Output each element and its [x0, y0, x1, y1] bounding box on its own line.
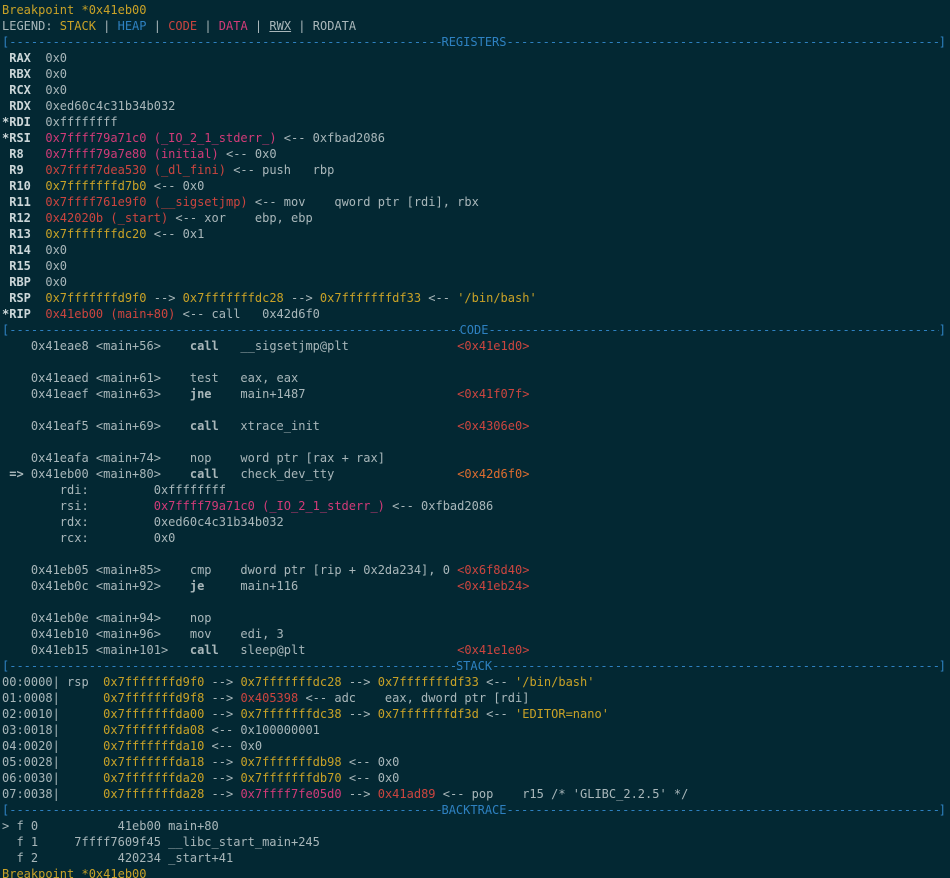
code-arg-line: rcx: 0x0 — [2, 530, 950, 546]
section-title: REGISTERS — [441, 34, 506, 50]
section-title: CODE — [460, 322, 489, 338]
divider-dashes: ----------------------------------------… — [9, 34, 441, 50]
divider-dashes: ----------------------------------------… — [9, 322, 459, 338]
divider-dashes: ----------------------------------------… — [9, 802, 441, 818]
register-row-rdi: *RDI 0xffffffff — [2, 114, 950, 130]
blank-line — [2, 546, 950, 562]
code-line: 0x41eb15 <main+101> call sleep@plt <0x41… — [2, 642, 950, 658]
backtrace-frame: > f 0 41eb00 main+80 — [2, 818, 950, 834]
code-line: 0x41eb0e <main+94> nop — [2, 610, 950, 626]
code-line: 0x41eb10 <main+96> mov edi, 3 — [2, 626, 950, 642]
divider-dashes: ----------------------------------------… — [488, 322, 938, 338]
divider-open-bracket: [ — [2, 658, 9, 674]
blank-line — [2, 594, 950, 610]
register-row-r12: R12 0x42020b (_start) <-- xor ebp, ebp — [2, 210, 950, 226]
divider-dashes: ----------------------------------------… — [9, 658, 456, 674]
stack-row: 00:0000| rsp 0x7fffffffd9f0 --> 0x7fffff… — [2, 674, 950, 690]
register-row-rax: RAX 0x0 — [2, 50, 950, 66]
section-divider-stack: [---------------------------------------… — [2, 658, 946, 674]
code-arg-line: rdx: 0xed60c4c31b34b032 — [2, 514, 950, 530]
breakpoint-banner: Breakpoint *0x41eb00 — [2, 2, 950, 18]
blank-line — [2, 434, 950, 450]
register-row-rcx: RCX 0x0 — [2, 82, 950, 98]
section-divider-backtrace: [---------------------------------------… — [2, 802, 946, 818]
stack-row: 01:0008| 0x7fffffffd9f8 --> 0x405398 <--… — [2, 690, 950, 706]
divider-close-bracket: ] — [939, 802, 946, 818]
backtrace-frame: f 1 7ffff7609f45 __libc_start_main+245 — [2, 834, 950, 850]
divider-open-bracket: [ — [2, 34, 9, 50]
stack-row: 06:0030| 0x7fffffffda20 --> 0x7fffffffdb… — [2, 770, 950, 786]
divider-open-bracket: [ — [2, 322, 9, 338]
register-row-rsi: *RSI 0x7ffff79a71c0 (_IO_2_1_stderr_) <-… — [2, 130, 950, 146]
code-arg-line: rsi: 0x7ffff79a71c0 (_IO_2_1_stderr_) <-… — [2, 498, 950, 514]
divider-dashes: ----------------------------------------… — [492, 658, 939, 674]
divider-close-bracket: ] — [939, 658, 946, 674]
code-line: 0x41eafa <main+74> nop word ptr [rax + r… — [2, 450, 950, 466]
breakpoint-banner: Breakpoint *0x41eb00 — [2, 866, 950, 878]
stack-row: 07:0038| 0x7fffffffda28 --> 0x7ffff7fe05… — [2, 786, 950, 802]
code-line: 0x41eaf5 <main+69> call xtrace_init <0x4… — [2, 418, 950, 434]
register-row-r10: R10 0x7fffffffd7b0 <-- 0x0 — [2, 178, 950, 194]
blank-line — [2, 402, 950, 418]
divider-open-bracket: [ — [2, 802, 9, 818]
register-row-rbx: RBX 0x0 — [2, 66, 950, 82]
section-divider-registers: [---------------------------------------… — [2, 34, 946, 50]
register-row-rdx: RDX 0xed60c4c31b34b032 — [2, 98, 950, 114]
register-row-r8: R8 0x7ffff79a7e80 (initial) <-- 0x0 — [2, 146, 950, 162]
register-row-rip: *RIP 0x41eb00 (main+80) <-- call 0x42d6f… — [2, 306, 950, 322]
legend-line: LEGEND: STACK | HEAP | CODE | DATA | RWX… — [2, 18, 950, 34]
code-line: 0x41eae8 <main+56> call __sigsetjmp@plt … — [2, 338, 950, 354]
section-title: BACKTRACE — [441, 802, 506, 818]
register-row-r13: R13 0x7fffffffdc20 <-- 0x1 — [2, 226, 950, 242]
stack-row: 03:0018| 0x7fffffffda08 <-- 0x100000001 — [2, 722, 950, 738]
register-row-r9: R9 0x7ffff7dea530 (_dl_fini) <-- push rb… — [2, 162, 950, 178]
divider-close-bracket: ] — [939, 322, 946, 338]
code-line: 0x41eb0c <main+92> je main+116 <0x41eb24… — [2, 578, 950, 594]
stack-row: 05:0028| 0x7fffffffda18 --> 0x7fffffffdb… — [2, 754, 950, 770]
debugger-terminal[interactable]: Breakpoint *0x41eb00LEGEND: STACK | HEAP… — [0, 0, 950, 878]
code-line: 0x41eb05 <main+85> cmp dword ptr [rip + … — [2, 562, 950, 578]
divider-dashes: ----------------------------------------… — [507, 34, 939, 50]
stack-row: 04:0020| 0x7fffffffda10 <-- 0x0 — [2, 738, 950, 754]
code-line: 0x41eaed <main+61> test eax, eax — [2, 370, 950, 386]
code-line: 0x41eaef <main+63> jne main+1487 <0x41f0… — [2, 386, 950, 402]
blank-line — [2, 354, 950, 370]
divider-dashes: ----------------------------------------… — [507, 802, 939, 818]
code-line-current: => 0x41eb00 <main+80> call check_dev_tty… — [2, 466, 950, 482]
section-divider-code: [---------------------------------------… — [2, 322, 946, 338]
divider-close-bracket: ] — [939, 34, 946, 50]
backtrace-frame: f 2 420234 _start+41 — [2, 850, 950, 866]
register-row-r11: R11 0x7ffff761e9f0 (__sigsetjmp) <-- mov… — [2, 194, 950, 210]
register-row-r14: R14 0x0 — [2, 242, 950, 258]
section-title: STACK — [456, 658, 492, 674]
register-row-rsp: RSP 0x7fffffffd9f0 --> 0x7fffffffdc28 --… — [2, 290, 950, 306]
register-row-rbp: RBP 0x0 — [2, 274, 950, 290]
register-row-r15: R15 0x0 — [2, 258, 950, 274]
stack-row: 02:0010| 0x7fffffffda00 --> 0x7fffffffdc… — [2, 706, 950, 722]
code-arg-line: rdi: 0xffffffff — [2, 482, 950, 498]
